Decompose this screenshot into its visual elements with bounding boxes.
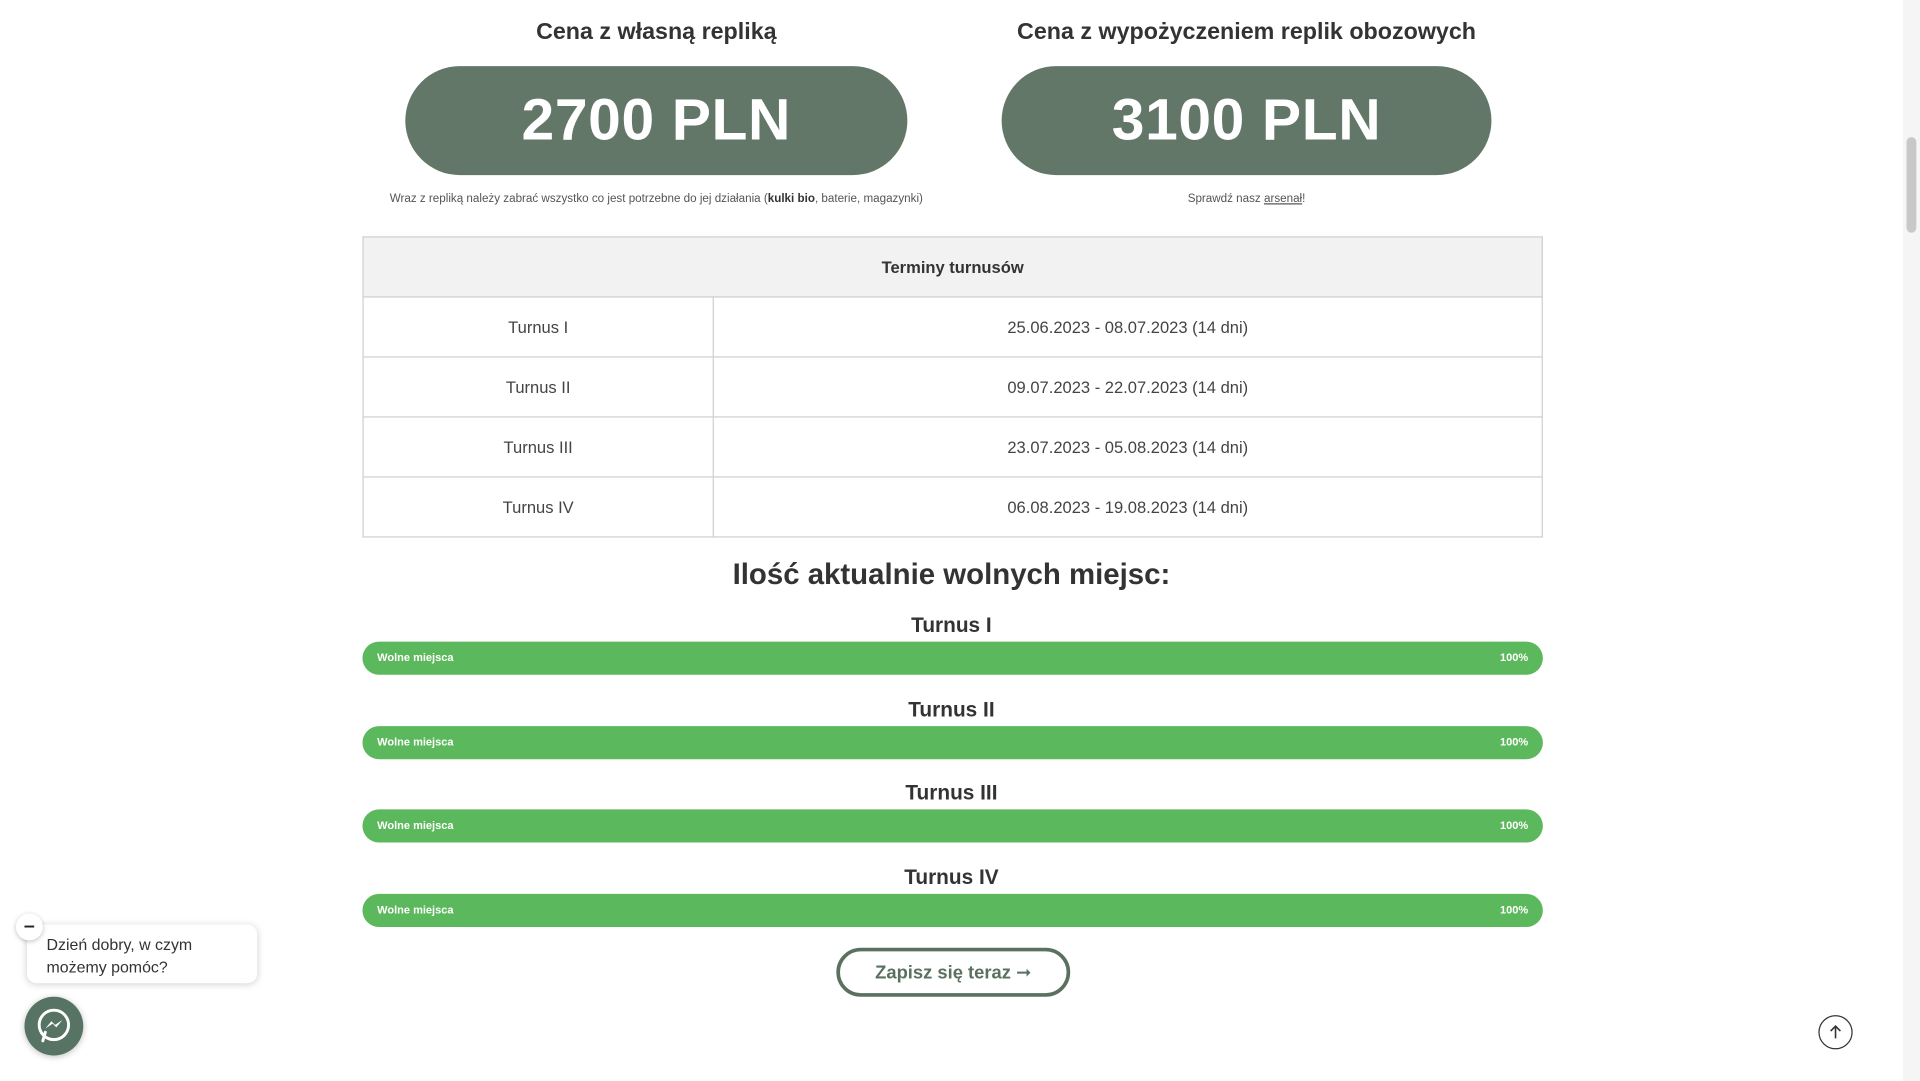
signup-button[interactable]: Zapisz się teraz ➞ [836,947,1071,997]
price-pill: 2700 PLN [405,66,908,176]
availability-bar: Wolne miejsca 100% [362,726,1543,760]
turnus-name: Turnus III [362,416,714,478]
terms-header: Terminy turnusów [362,236,1543,298]
page: Cena z własną repliką 2700 PLN Cena z wy… [0,0,1920,1081]
terms-table: Terminy turnusów Turnus I 25.06.2023 - 0… [362,236,1543,538]
bar-label: Wolne miejsca [377,903,454,916]
note-text: ! [1302,192,1306,206]
turnus-dates: 06.08.2023 - 19.08.2023 (14 dni) [712,476,1543,538]
turnus-title: Turnus I [911,613,992,637]
turnus-name: Turnus II [362,356,714,418]
bar-percent: 100% [1499,819,1529,832]
arrow-up-icon [1830,1025,1841,1039]
chat-greeting-line: Dzień dobry, w czym [46,935,193,954]
arsenal-link[interactable]: arsenał [1264,192,1302,205]
bar-percent: 100% [1499,735,1529,749]
scrollbar-thumb[interactable] [1906,137,1917,233]
availability-heading: Ilość aktualnie wolnych miejsc: [732,558,1171,592]
messenger-icon [37,1008,71,1043]
bar-label: Wolne miejsca [377,651,454,664]
turnus-title: Turnus III [905,781,998,805]
chat-greeting[interactable]: Dzień dobry, w czym możemy pomóc? [26,924,258,984]
note-bold: kulki bio [767,192,815,206]
availability-bar: Wolne miejsca 100% [362,809,1543,843]
turnus-title: Turnus II [908,697,995,722]
table-row: Turnus II 09.07.2023 - 22.07.2023 (14 dn… [362,356,1543,418]
availability-bar: Wolne miejsca 100% [362,893,1543,927]
turnus-name: Turnus I [362,296,714,358]
turnus-dates: 25.06.2023 - 08.07.2023 (14 dni) [712,296,1543,358]
scroll-top-button[interactable] [1818,1015,1853,1050]
table-row: Turnus IV 06.08.2023 - 19.08.2023 (14 dn… [362,476,1543,538]
price-pill: 3100 PLN [1001,66,1492,176]
chat-greeting-line: możemy pomóc? [46,957,168,976]
note-text: , baterie, magazynki) [814,192,923,206]
turnus-name: Turnus IV [362,476,714,538]
bar-label: Wolne miejsca [377,735,454,749]
turnus-dates: 09.07.2023 - 22.07.2023 (14 dni) [712,356,1543,418]
replica-note: Wraz z repliką należy zabrać wszystko co… [362,192,950,205]
turnus-dates: 23.07.2023 - 05.08.2023 (14 dni) [712,416,1543,478]
table-row: Turnus I 25.06.2023 - 08.07.2023 (14 dni… [362,296,1543,358]
messenger-button[interactable] [24,996,84,1056]
scrollbar[interactable] [1902,0,1920,1081]
price-own-replica: Cena z własną repliką [405,20,907,47]
price-heading: Cena z własną repliką [536,19,777,46]
availability-bar: Wolne miejsca 100% [362,641,1543,675]
arsenal-note: Sprawdź nasz arsenał! [1124,192,1369,205]
note-text: Sprawdź nasz [1187,192,1264,206]
table-row: Turnus III 23.07.2023 - 05.08.2023 (14 d… [362,416,1543,478]
bar-label: Wolne miejsca [377,819,454,832]
price-rented-replica: Cena z wypożyczeniem replik obozowych [989,20,1503,47]
bar-percent: 100% [1499,651,1529,664]
bar-percent: 100% [1499,903,1529,916]
price-heading: Cena z wypożyczeniem replik obozowych [1017,19,1477,46]
chat-close-button[interactable]: – [15,913,43,941]
note-text: Wraz z repliką należy zabrać wszystko co… [389,192,768,206]
turnus-title: Turnus IV [904,865,999,889]
